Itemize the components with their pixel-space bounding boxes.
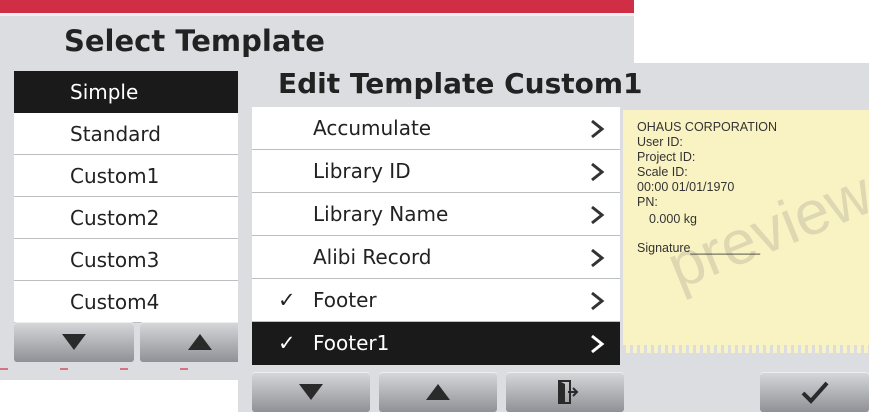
chevron-right-icon <box>591 248 605 268</box>
top-accent-bar <box>0 0 634 13</box>
receipt-datetime: 00:00 01/01/1970 <box>637 180 735 194</box>
receipt-weight: 0.000 kg <box>649 212 697 226</box>
field-item-alibi-record[interactable]: Alibi Record <box>252 236 620 279</box>
confirm-button[interactable] <box>760 372 869 412</box>
field-label: Library Name <box>313 202 449 226</box>
receipt-text: OHAUS CORPORATION User ID: Project ID: S… <box>637 120 777 256</box>
field-label: Footer <box>313 288 377 312</box>
print-preview: preview OHAUS CORPORATION User ID: Proje… <box>623 110 869 353</box>
field-item-accumulate[interactable]: Accumulate <box>252 107 620 150</box>
field-item-footer1[interactable]: ✓ Footer1 <box>252 322 620 365</box>
chevron-right-icon <box>591 334 605 354</box>
edit-template-title: Edit Template Custom1 <box>278 67 643 100</box>
down-arrow-icon <box>62 334 86 350</box>
receipt-tear-edge <box>623 345 869 353</box>
scroll-down-button[interactable] <box>252 372 370 412</box>
receipt-pn: PN: <box>637 195 658 209</box>
field-item-library-name[interactable]: Library Name <box>252 193 620 236</box>
check-icon <box>801 381 828 404</box>
scroll-up-button[interactable] <box>379 372 497 412</box>
field-label: Accumulate <box>313 116 432 140</box>
template-field-list: Accumulate Library ID Library Name Alibi… <box>252 107 620 365</box>
select-template-title: Select Template <box>64 24 325 58</box>
check-icon: ✓ <box>278 288 296 312</box>
up-arrow-icon <box>188 334 212 350</box>
edit-template-panel: Edit Template Custom1 Accumulate Library… <box>238 63 869 412</box>
field-item-library-id[interactable]: Library ID <box>252 150 620 193</box>
chevron-right-icon <box>591 291 605 311</box>
field-label: Alibi Record <box>313 245 432 269</box>
receipt-user-id: User ID: <box>637 135 683 149</box>
bottom-accent-marks <box>0 368 240 370</box>
field-label: Footer1 <box>313 331 390 355</box>
top-accent-highlight <box>0 13 634 16</box>
receipt-project-id: Project ID: <box>637 150 696 164</box>
field-label: Library ID <box>313 159 411 183</box>
down-arrow-icon <box>299 384 323 400</box>
exit-button[interactable] <box>506 372 624 412</box>
check-icon: ✓ <box>278 331 296 355</box>
chevron-right-icon <box>591 162 605 182</box>
receipt-signature: Signature__________ <box>637 241 761 255</box>
receipt-scale-id: Scale ID: <box>637 165 688 179</box>
chevron-right-icon <box>591 119 605 139</box>
field-item-footer[interactable]: ✓ Footer <box>252 279 620 322</box>
chevron-right-icon <box>591 205 605 225</box>
receipt-company: OHAUS CORPORATION <box>637 120 778 134</box>
scroll-down-button[interactable] <box>14 322 134 362</box>
exit-door-icon <box>558 380 579 404</box>
up-arrow-icon <box>426 384 450 400</box>
